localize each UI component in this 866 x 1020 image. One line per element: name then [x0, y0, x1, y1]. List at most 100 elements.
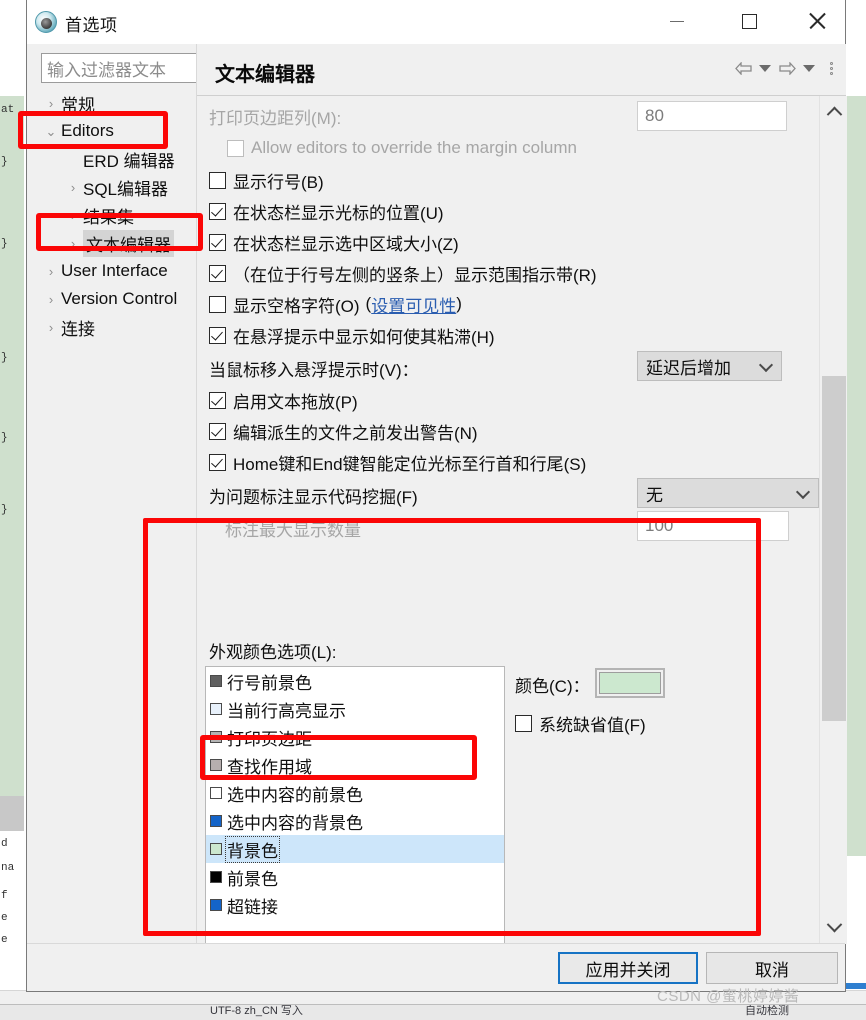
smart-home-end-row[interactable]: Home键和End键智能定位光标至行首和行尾(S) — [209, 448, 586, 476]
dialog-footer: 应用并关闭 取消 — [27, 943, 845, 991]
sidebar-item-sql-editor[interactable]: › SQL编辑器 — [41, 173, 208, 201]
list-item[interactable]: 行号前景色 — [206, 667, 504, 695]
minimize-button[interactable] — [653, 0, 701, 42]
sidebar-item-label: SQL编辑器 — [83, 179, 169, 199]
enable-drag-drop-checkbox[interactable] — [209, 391, 226, 409]
list-item-label: 查找作用域 — [227, 757, 312, 777]
options-scroll-area: 打印页边距列(M): 80 Allow editors to override … — [197, 96, 847, 944]
list-item[interactable]: 当前行高亮显示 — [206, 695, 504, 723]
cancel-button[interactable]: 取消 — [706, 952, 838, 984]
chevron-right-icon[interactable]: › — [41, 97, 61, 110]
allow-override-row[interactable]: Allow editors to override the margin col… — [227, 134, 577, 162]
sidebar-item-user-interface[interactable]: › User Interface — [41, 257, 208, 285]
close-button[interactable] — [793, 0, 841, 42]
smart-home-end-checkbox[interactable] — [209, 453, 226, 471]
sticky-hover-checkbox[interactable] — [209, 326, 226, 344]
back-arrow-icon — [734, 61, 752, 75]
filter-input[interactable]: 输入过滤器文本 — [41, 53, 208, 83]
chevron-right-icon[interactable]: › — [41, 265, 61, 278]
background-panel-right — [846, 856, 866, 956]
scroll-up-button[interactable] — [820, 98, 847, 124]
list-item-label: 当前行高亮显示 — [227, 701, 346, 721]
show-selection-size-row[interactable]: 在状态栏显示选中区域大小(Z) — [209, 228, 459, 256]
color-swatch-icon — [210, 871, 222, 883]
smart-home-end-label: Home键和End键智能定位光标至行首和行尾(S) — [233, 454, 587, 474]
warn-derived-file-checkbox[interactable] — [209, 422, 226, 440]
chevron-right-icon[interactable]: › — [63, 181, 83, 194]
show-line-numbers-row[interactable]: 显示行号(B) — [209, 166, 324, 194]
code-mining-select[interactable]: 无 — [637, 478, 819, 508]
background-status-bar-inner: UTF-8 zh_CN 写入 自动检测 — [0, 1004, 866, 1020]
allow-override-checkbox[interactable] — [227, 139, 244, 157]
list-item-label: 选中内容的前景色 — [227, 785, 363, 805]
forward-button[interactable] — [776, 55, 798, 81]
background-code-fragment: d — [1, 838, 8, 850]
apply-and-close-button[interactable]: 应用并关闭 — [558, 952, 698, 984]
back-history-button[interactable] — [754, 55, 776, 81]
chevron-right-icon[interactable]: › — [63, 209, 83, 222]
max-annotations-input[interactable]: 100 — [637, 511, 789, 541]
preferences-dialog: 首选项 输入过滤器文本 › 常规 ⌄ Editors ERD 编辑器 › SQL… — [26, 0, 847, 992]
sticky-hover-row[interactable]: 在悬浮提示中显示如何使其粘滞(H) — [209, 321, 495, 349]
show-line-numbers-checkbox[interactable] — [209, 171, 226, 189]
show-whitespace-checkbox[interactable] — [209, 295, 226, 313]
maximize-button[interactable] — [725, 0, 773, 42]
sidebar-item-connections[interactable]: › 连接 — [41, 313, 208, 341]
status-detect: 自动检测 — [745, 1005, 789, 1017]
view-menu-button[interactable] — [820, 55, 842, 81]
show-range-indicator-row[interactable]: （在位于行号左侧的竖条上）显示范围指示带(R) — [209, 259, 597, 287]
code-mining-label: 为问题标注显示代码挖掘(F) — [209, 487, 418, 507]
show-whitespace-row[interactable]: 显示空格字符(O) ( 设置可见性 ) — [209, 290, 462, 318]
enable-drag-drop-row[interactable]: 启用文本拖放(P) — [209, 386, 358, 414]
print-margin-input[interactable]: 80 — [637, 101, 787, 131]
system-default-row[interactable]: 系统缺省值(F) — [515, 711, 646, 736]
color-options-list[interactable]: 行号前景色 当前行高亮显示 打印页边距 查找作用域 选中内容的前景色 选中内容的… — [205, 666, 505, 944]
preferences-tree: › 常规 ⌄ Editors ERD 编辑器 › SQL编辑器 › 结果集 › … — [41, 89, 208, 909]
color-picker-button[interactable] — [595, 668, 665, 698]
list-item-label: 超链接 — [227, 897, 278, 917]
warn-derived-file-row[interactable]: 编辑派生的文件之前发出警告(N) — [209, 417, 478, 445]
sidebar-item-result-set[interactable]: › 结果集 — [41, 201, 208, 229]
forward-history-button[interactable] — [798, 55, 820, 81]
list-item[interactable]: 选中内容的前景色 — [206, 779, 504, 807]
chevron-right-icon[interactable]: › — [41, 293, 61, 306]
color-swatch-icon — [210, 899, 222, 911]
sidebar-item-label: 连接 — [61, 319, 95, 339]
sidebar-item-editors[interactable]: ⌄ Editors — [41, 117, 208, 145]
background-editor-right — [846, 96, 866, 856]
background-code-fragment: at — [1, 104, 15, 116]
list-item[interactable]: 选中内容的背景色 — [206, 807, 504, 835]
show-cursor-position-checkbox[interactable] — [209, 202, 226, 220]
sidebar-item-version-control[interactable]: › Version Control — [41, 285, 208, 313]
scroll-down-button[interactable] — [820, 914, 847, 940]
list-item[interactable]: 前景色 — [206, 863, 504, 891]
color-swatch-icon — [210, 815, 222, 827]
sidebar-item-erd-editor[interactable]: ERD 编辑器 — [41, 145, 208, 173]
system-default-checkbox[interactable] — [515, 715, 532, 732]
chevron-right-icon[interactable]: › — [41, 321, 61, 334]
back-button[interactable] — [732, 55, 754, 81]
whitespace-visibility-link[interactable]: 设置可见性 — [371, 292, 456, 317]
show-selection-size-checkbox[interactable] — [209, 233, 226, 251]
mouse-hover-select[interactable]: 延迟后增加 — [637, 351, 782, 381]
show-cursor-position-row[interactable]: 在状态栏显示光标的位置(U) — [209, 197, 444, 225]
print-margin-value: 80 — [645, 106, 664, 125]
maximize-icon — [741, 13, 757, 29]
watermark: CSDN @蜜桃婷婷酱 — [657, 988, 800, 1005]
list-item[interactable]: 查找作用域 — [206, 751, 504, 779]
list-item[interactable]: 超链接 — [206, 891, 504, 919]
color-swatch-icon — [210, 759, 222, 771]
show-range-indicator-checkbox[interactable] — [209, 264, 226, 282]
list-item[interactable]: 打印页边距 — [206, 723, 504, 751]
sidebar-item-label: 文本编辑器 — [83, 229, 174, 257]
options-vertical-scrollbar[interactable] — [819, 96, 847, 944]
dialog-title: 首选项 — [65, 16, 118, 35]
list-item-selected[interactable]: 背景色 — [206, 835, 504, 863]
sidebar-item-label: 常规 — [61, 95, 95, 115]
scrollbar-thumb[interactable] — [822, 376, 846, 721]
chevron-down-icon[interactable]: ⌄ — [41, 125, 61, 138]
sidebar-item-general[interactable]: › 常规 — [41, 89, 208, 117]
preferences-content: 文本编辑器 打印页边距列(M): 80 Allow editors to ove… — [196, 44, 847, 944]
chevron-right-icon[interactable]: › — [63, 237, 83, 250]
sidebar-item-text-editor[interactable]: › 文本编辑器 — [41, 229, 208, 257]
